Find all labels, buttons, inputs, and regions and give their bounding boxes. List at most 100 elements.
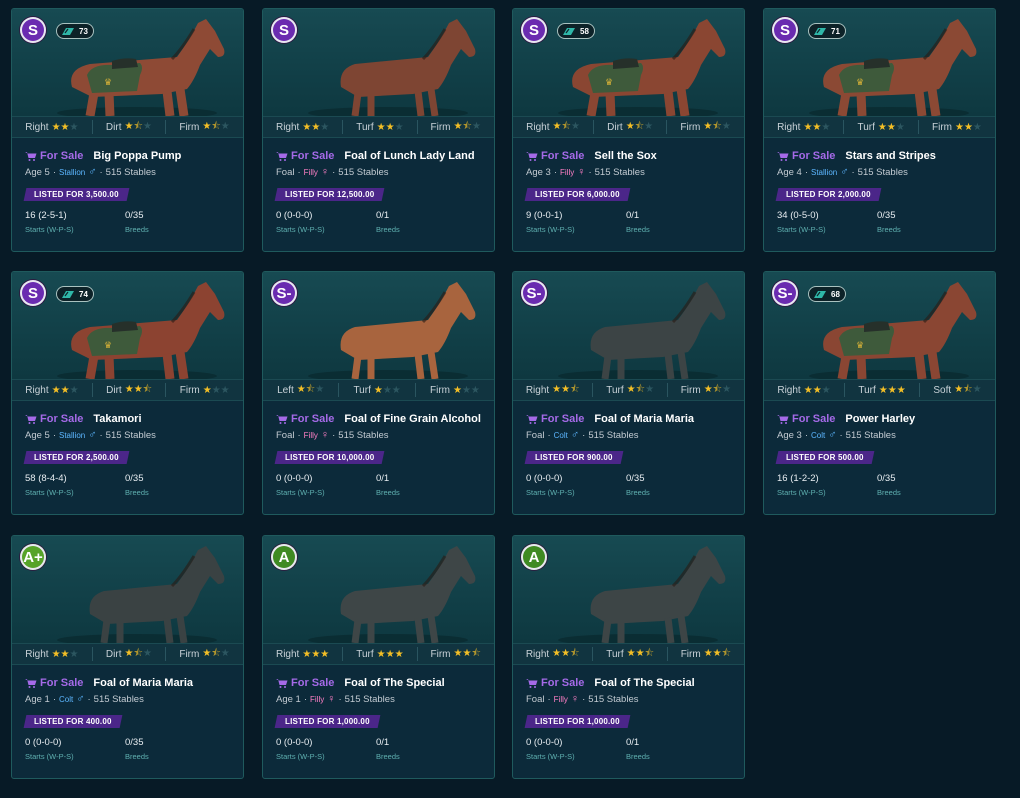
star-half-icon: ⯪ (634, 120, 645, 132)
preferences-bar: Right ★★★ Dirt ★⯪★ Firm ★⯪★ (12, 116, 243, 138)
star-empty-icon: ★ (644, 120, 654, 132)
for-sale-label: For Sale (541, 150, 585, 162)
horse-name[interactable]: Foal of Lunch Lady Land (344, 150, 474, 162)
horse-name[interactable]: Power Harley (845, 413, 915, 425)
divider (342, 120, 344, 134)
cart-icon (25, 152, 37, 161)
stable-name[interactable]: 515 Stables (588, 430, 638, 441)
starts-value: 0 (0-0-0) (276, 737, 313, 748)
grade-badge: A (521, 544, 547, 570)
horse-card[interactable]: ♛ S- 68 Right ★★★ Turf ★★★ Soft ★⯪★ For … (763, 271, 996, 515)
preference-stars: ★★⯪ (627, 646, 654, 663)
horse-card[interactable]: ♛ S 74 Right ★★★ Dirt ★★⯪ Firm ★★★ For S… (11, 271, 244, 515)
grade-badge: S- (772, 280, 798, 306)
stable-name[interactable]: 515 Stables (595, 167, 645, 178)
horse-card[interactable]: A Right ★★⯪ Turf ★★⯪ Firm ★★⯪ For Sale F… (512, 535, 745, 779)
preferences-bar: Right ★★★ Dirt ★★⯪ Firm ★★★ (12, 379, 243, 401)
speed-flag-icon (62, 290, 74, 298)
horse-name[interactable]: Big Poppa Pump (93, 150, 181, 162)
listed-price-text: LISTED FOR 1,000.00 (285, 717, 370, 726)
preference-label: Right (275, 648, 300, 660)
starts-label: Starts (W-P-S) (276, 488, 325, 497)
horse-name[interactable]: Foal of Maria Maria (594, 413, 694, 425)
stable-name[interactable]: 515 Stables (338, 167, 388, 178)
horse-card[interactable]: A+ Right ★★★ Dirt ★⯪★ Firm ★⯪★ For Sale … (11, 535, 244, 779)
horse-card[interactable]: ♛ S 73 Right ★★★ Dirt ★⯪★ Firm ★⯪★ For S… (11, 8, 244, 252)
preference-stars: ★★★ (52, 385, 79, 396)
horse-name[interactable]: Foal of The Special (594, 677, 694, 689)
svg-text:♛: ♛ (856, 341, 864, 351)
stable-name[interactable]: 515 Stables (846, 430, 896, 441)
preference-stars: ★★⯪ (704, 646, 731, 663)
star-empty-icon: ★ (69, 121, 79, 133)
preference-1: Dirt ★⯪★ (106, 646, 152, 663)
star-empty-icon: ★ (69, 384, 79, 396)
male-symbol-icon: ♂ (828, 429, 837, 441)
horse-image: ♛ (809, 19, 977, 116)
starts-stat: 16 (1-2-2) Starts (W-P-S) (777, 473, 877, 497)
horse-card[interactable]: A Right ★★★ Turf ★★★ Firm ★★⯪ For Sale F… (262, 535, 495, 779)
star-full-icon: ★ (296, 383, 306, 395)
horse-name[interactable]: Foal of Fine Grain Alcohol (344, 413, 481, 425)
breeds-value: 0/35 (877, 473, 896, 484)
star-full-icon: ★ (60, 121, 70, 133)
svg-text:♛: ♛ (605, 78, 613, 88)
horse-name[interactable]: Stars and Stripes (845, 150, 935, 162)
horse-card[interactable]: ♛ S 58 Right ★⯪★ Dirt ★⯪★ Firm ★⯪★ For S… (512, 8, 745, 252)
stable-name[interactable]: 515 Stables (345, 694, 395, 705)
horse-sex: Filly (303, 167, 318, 177)
star-empty-icon: ★ (721, 120, 731, 132)
preference-label: Right (526, 121, 550, 133)
horse-name[interactable]: Foal of Maria Maria (93, 677, 193, 689)
breeds-value: 0/35 (125, 737, 144, 748)
listed-price-badge: LISTED FOR 1,000.00 (524, 715, 631, 728)
dot-separator: · (804, 429, 808, 441)
preferences-bar: Right ★★⯪ Turf ★★⯪ Firm ★★⯪ (513, 643, 744, 665)
horse-card[interactable]: S- Right ★★⯪ Turf ★⯪★ Firm ★⯪★ For Sale … (512, 271, 745, 515)
horse-name[interactable]: Foal of The Special (344, 677, 444, 689)
preference-1: Turf ★★⯪ (606, 646, 654, 663)
star-full-icon: ★ (385, 648, 395, 660)
star-empty-icon: ★ (394, 121, 404, 133)
horse-name[interactable]: Takamori (93, 413, 141, 425)
horse-card[interactable]: S Right ★★★ Turf ★★★ Firm ★⯪★ For Sale F… (262, 8, 495, 252)
star-full-icon: ★ (51, 121, 61, 133)
preferences-bar: Right ★★★ Turf ★★★ Soft ★⯪★ (764, 379, 995, 401)
divider (917, 120, 919, 134)
star-half-icon: ⯪ (462, 120, 472, 132)
divider (593, 120, 595, 134)
horse-age: Age 5 (25, 429, 50, 441)
horse-card[interactable]: ♛ S 71 Right ★★★ Turf ★★★ Firm ★★★ For S… (763, 8, 996, 252)
star-full-icon: ★ (394, 648, 404, 660)
divider (414, 383, 416, 397)
starts-value: 58 (8-4-4) (25, 473, 67, 484)
horse-name[interactable]: Sell the Sox (594, 150, 656, 162)
horse-image-panel: S- (513, 272, 744, 379)
divider (91, 647, 93, 661)
horse-image-panel: ♛ S 74 (12, 272, 243, 379)
grade-badge: S (772, 17, 798, 43)
star-empty-icon: ★ (821, 384, 831, 396)
for-sale-label: For Sale (291, 677, 335, 689)
preference-1: Dirt ★⯪★ (607, 119, 653, 136)
preference-label: Right (25, 384, 49, 396)
star-full-icon: ★ (626, 383, 636, 395)
listed-price-badge: LISTED FOR 2,500.00 (23, 451, 130, 464)
stable-name[interactable]: 515 Stables (338, 430, 388, 441)
horse-card[interactable]: S- Left ★⯪★ Turf ★★★ Firm ★★★ For Sale F… (262, 271, 495, 515)
star-empty-icon: ★ (320, 121, 330, 133)
stable-name[interactable]: 515 Stables (106, 430, 156, 441)
cart-icon (276, 415, 288, 424)
stable-name[interactable]: 515 Stables (106, 167, 156, 178)
horse-age: Age 1 (276, 693, 301, 705)
stable-name[interactable]: 515 Stables (858, 167, 908, 178)
stable-name[interactable]: 515 Stables (588, 694, 638, 705)
preference-0: Right ★★★ (25, 385, 78, 396)
svg-text:♛: ♛ (104, 341, 112, 351)
stable-name[interactable]: 515 Stables (94, 694, 144, 705)
preference-stars: ★★★ (203, 385, 230, 396)
horse-sex: Filly (303, 430, 318, 440)
listed-price-badge: LISTED FOR 12,500.00 (274, 188, 385, 201)
starts-value: 16 (2-5-1) (25, 210, 67, 221)
star-full-icon: ★ (954, 383, 964, 395)
